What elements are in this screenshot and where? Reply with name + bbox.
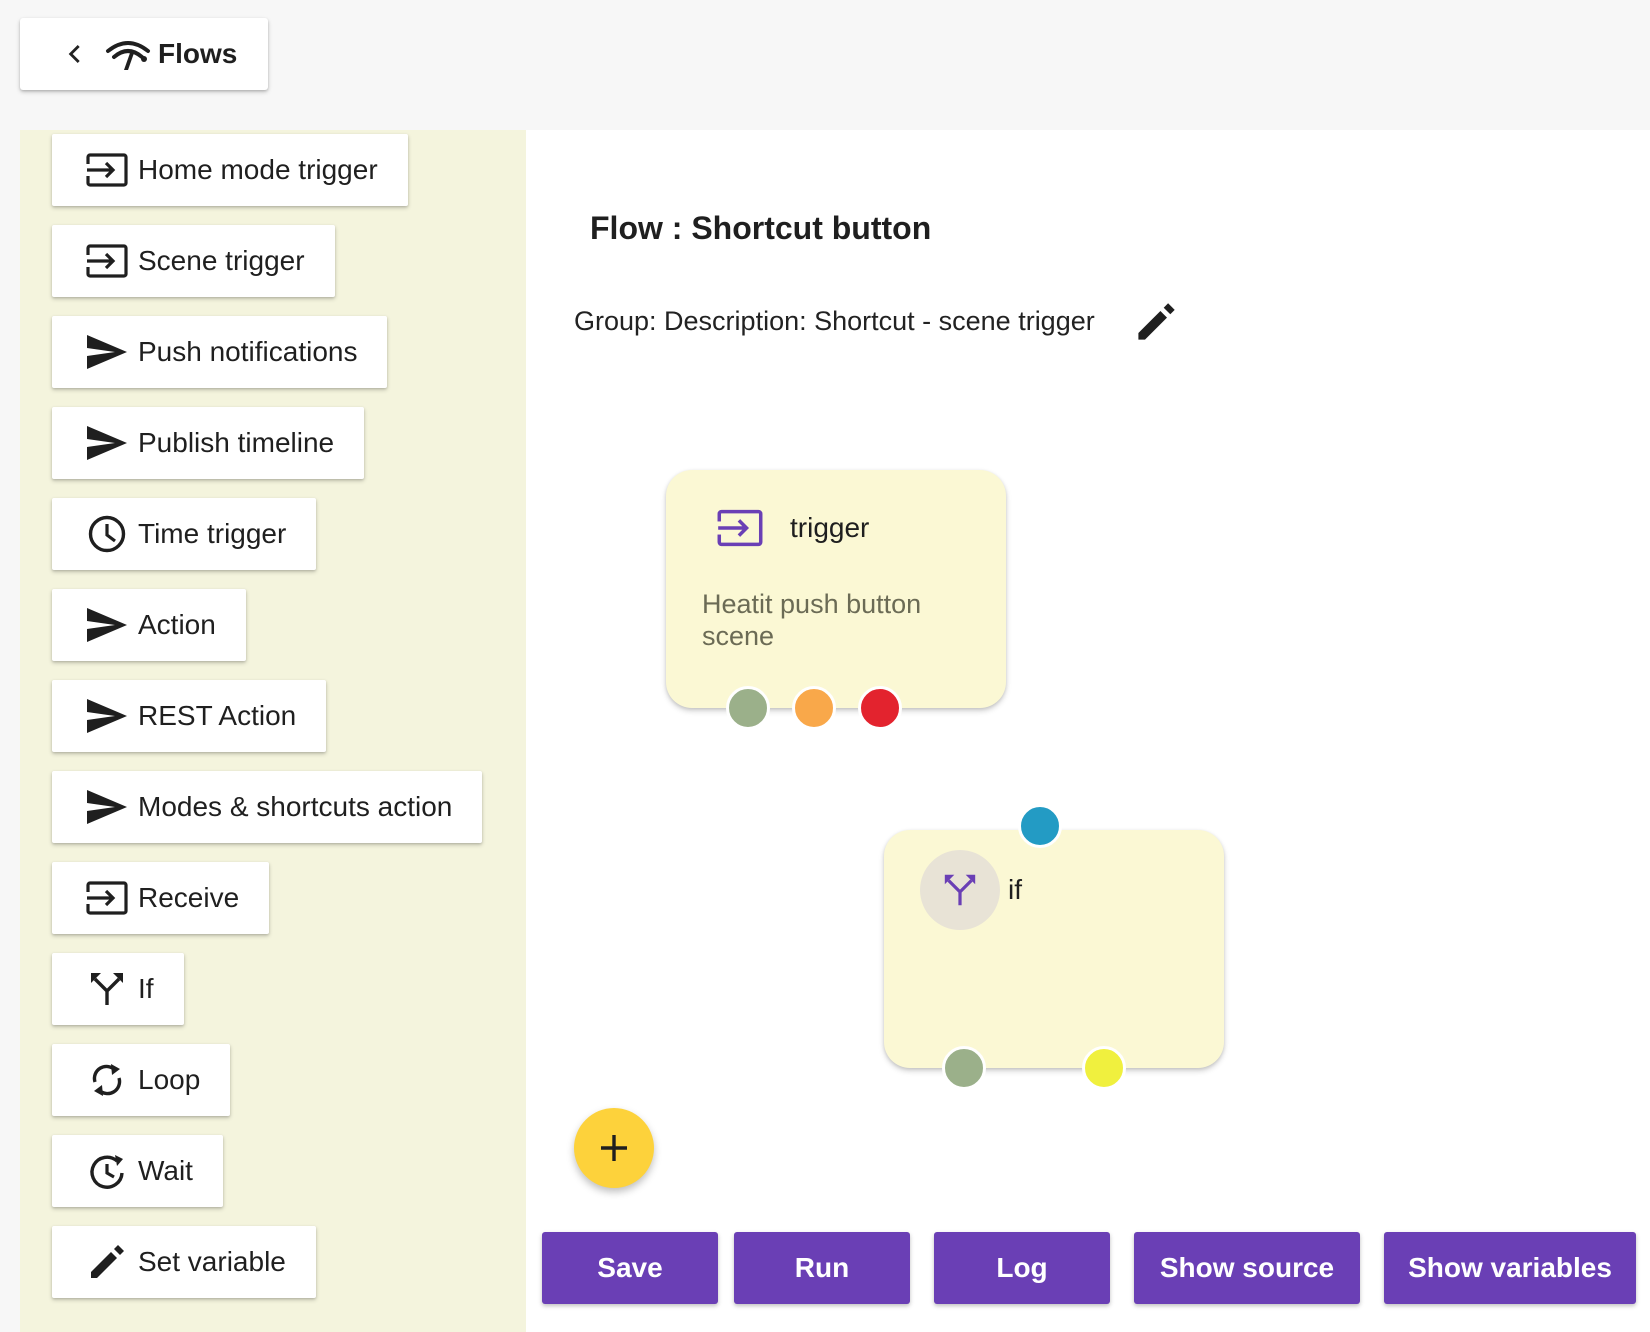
- palette-item-push-notifications[interactable]: Push notifications: [52, 316, 388, 388]
- palette-item-label: REST Action: [138, 700, 297, 731]
- show-variables-button[interactable]: Show variables: [1384, 1232, 1636, 1304]
- page-title: Flow : Shortcut button: [590, 210, 932, 246]
- run-button[interactable]: Run: [734, 1232, 910, 1304]
- input-port[interactable]: [1018, 804, 1062, 848]
- node-title: trigger: [790, 512, 870, 543]
- node-title: if: [1008, 874, 1022, 905]
- add-node-fab[interactable]: [574, 1108, 654, 1188]
- palette-item-label: Modes & shortcuts action: [138, 791, 453, 822]
- palette-item-label: Wait: [138, 1155, 193, 1186]
- palette-item-label: Time trigger: [138, 518, 287, 549]
- if-node[interactable]: if: [884, 804, 1224, 1090]
- back-button-label: Flows: [158, 38, 238, 69]
- send-icon: [84, 787, 130, 827]
- send-icon: [84, 605, 130, 645]
- login-icon: [84, 150, 130, 190]
- timer-icon: [84, 1151, 130, 1191]
- group-description: Group: Description: Shortcut - scene tri…: [574, 306, 1095, 336]
- login-icon: [84, 878, 130, 918]
- output-port-warning[interactable]: [792, 686, 836, 730]
- clock-icon: [84, 514, 130, 554]
- palette-item-label: Receive: [138, 882, 240, 913]
- palette-item-rest-action[interactable]: REST Action: [52, 680, 327, 752]
- palette-item-modes-shortcuts-action[interactable]: Modes & shortcuts action: [52, 771, 483, 843]
- palette-item-if[interactable]: If: [52, 953, 184, 1025]
- flows-logo-icon: [106, 41, 150, 70]
- save-button[interactable]: Save: [542, 1232, 718, 1304]
- output-port-error[interactable]: [858, 686, 902, 730]
- send-icon: [84, 332, 130, 372]
- login-icon: [716, 509, 763, 547]
- pencil-icon: [84, 1242, 130, 1282]
- send-icon: [84, 423, 130, 463]
- if-node-icon-badge: [920, 850, 1000, 930]
- edit-pencil-icon[interactable]: [1134, 300, 1178, 344]
- palette-item-label: If: [138, 973, 154, 1004]
- palette-item-scene-trigger[interactable]: Scene trigger: [52, 225, 335, 297]
- back-to-flows-button[interactable]: Flows: [20, 18, 268, 90]
- palette-item-action[interactable]: Action: [52, 589, 246, 661]
- call-split-icon: [84, 969, 130, 1009]
- palette-item-label: Set variable: [138, 1246, 286, 1277]
- sync-icon: [84, 1060, 130, 1100]
- output-port-true[interactable]: [942, 1046, 986, 1090]
- send-icon: [84, 696, 130, 736]
- node-description: Heatit push button scene: [702, 589, 922, 651]
- palette-item-time-trigger[interactable]: Time trigger: [52, 498, 317, 570]
- call-split-icon: [944, 874, 976, 906]
- palette-item-label: Push notifications: [138, 336, 358, 367]
- palette-item-home-mode-trigger[interactable]: Home mode trigger: [52, 134, 408, 206]
- flow-canvas[interactable]: Flow : Shortcut button Group: Descriptio…: [526, 130, 1650, 1332]
- node-palette-sidebar: Home mode trigger Scene trigger Push not…: [20, 130, 526, 1332]
- palette-item-set-variable[interactable]: Set variable: [52, 1226, 316, 1298]
- palette-item-label: Loop: [138, 1064, 201, 1095]
- plus-icon: [601, 1135, 627, 1161]
- chevron-left-icon: [68, 44, 80, 64]
- palette-item-loop[interactable]: Loop: [52, 1044, 231, 1116]
- palette-item-publish-timeline[interactable]: Publish timeline: [52, 407, 365, 479]
- trigger-node[interactable]: trigger Heatit push button scene: [666, 470, 1006, 730]
- output-port-false[interactable]: [1082, 1046, 1126, 1090]
- palette-item-label: Action: [138, 609, 216, 640]
- login-icon: [84, 241, 130, 281]
- log-button[interactable]: Log: [934, 1232, 1110, 1304]
- palette-item-receive[interactable]: Receive: [52, 862, 270, 934]
- palette-item-label: Home mode trigger: [138, 154, 378, 185]
- palette-item-wait[interactable]: Wait: [52, 1135, 223, 1207]
- palette-item-label: Scene trigger: [138, 245, 305, 276]
- show-source-button[interactable]: Show source: [1134, 1232, 1360, 1304]
- palette-item-label: Publish timeline: [138, 427, 335, 458]
- output-port-success[interactable]: [726, 686, 770, 730]
